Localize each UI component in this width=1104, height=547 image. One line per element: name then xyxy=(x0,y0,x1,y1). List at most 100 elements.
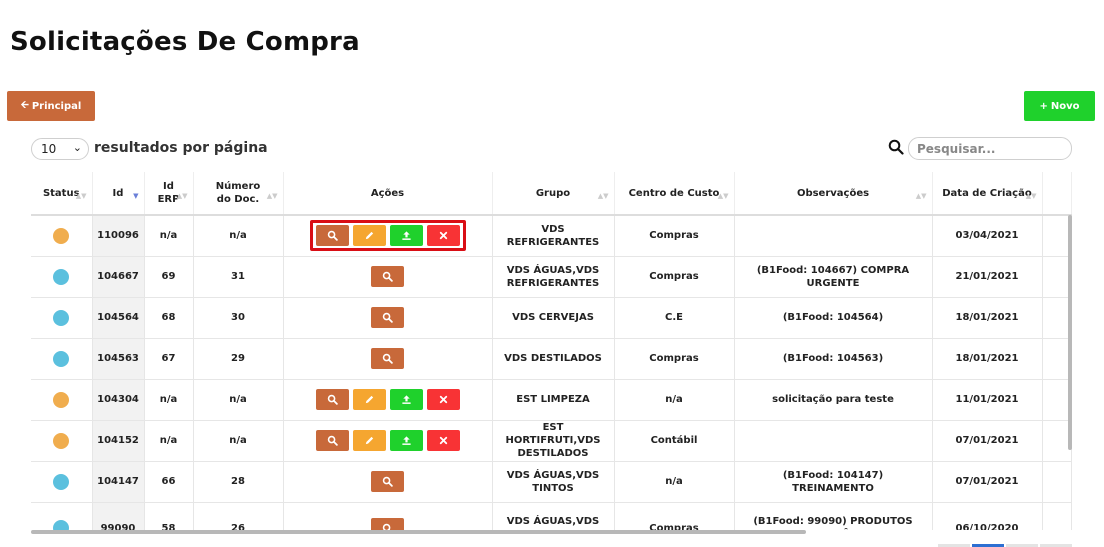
observacoes-cell xyxy=(734,215,933,257)
column-header-id-erp[interactable]: Id ERP ▲▼ xyxy=(144,172,194,216)
delete-button[interactable] xyxy=(426,225,460,247)
grupo-cell: EST HORTIFRUTI,VDS DESTILADOS xyxy=(492,420,615,462)
sort-icon: ▲▼ xyxy=(1025,192,1037,200)
observacoes-cell: (B1Food: 99090) PRODUTOS COM URGÊNCIA xyxy=(734,502,933,530)
id-erp-cell: 69 xyxy=(144,256,194,298)
requests-table: Status ▲▼ Id ▼ Id ERP ▲▼ Número do Doc. ▲▼ A… xyxy=(31,172,1072,530)
column-header-centro-custo[interactable]: Centro de Custo ▲▼ xyxy=(614,172,735,216)
extra-cell xyxy=(1042,256,1072,298)
status-indicator xyxy=(53,520,70,530)
id-erp-cell: 66 xyxy=(144,461,194,503)
status-indicator xyxy=(53,309,70,326)
data-criacao-cell: 11/01/2021 xyxy=(932,379,1043,421)
num-doc-cell: 28 xyxy=(193,461,284,503)
status-cell xyxy=(31,461,93,503)
row-actions xyxy=(364,260,411,293)
column-header-data-criacao[interactable]: Data de Criação ▲▼ xyxy=(932,172,1043,216)
page-length-value: 10 xyxy=(41,142,57,156)
extra-cell xyxy=(1042,502,1072,530)
grupo-cell: VDS DESTILADOS xyxy=(492,338,615,380)
view-button[interactable] xyxy=(315,225,349,247)
search-input[interactable] xyxy=(908,137,1072,160)
centro-custo-cell: n/a xyxy=(614,379,735,421)
actions-cell xyxy=(283,256,493,298)
view-button[interactable] xyxy=(371,471,404,492)
actions-cell xyxy=(283,502,493,530)
search-icon xyxy=(382,476,393,487)
chevron-down-icon: ⌄ xyxy=(72,141,82,154)
edit-button[interactable] xyxy=(352,430,386,451)
view-button[interactable] xyxy=(315,430,349,451)
column-header-status[interactable]: Status ▲▼ xyxy=(31,172,93,216)
observacoes-cell: solicitação para teste xyxy=(734,379,933,421)
requests-table-container: Status ▲▼ Id ▼ Id ERP ▲▼ Número do Doc. ▲▼ A… xyxy=(31,172,1072,530)
delete-button[interactable] xyxy=(426,389,460,410)
status-indicator xyxy=(53,227,70,244)
data-criacao-cell: 18/01/2021 xyxy=(932,297,1043,339)
novo-button[interactable]: + Novo xyxy=(1024,91,1095,121)
close-icon xyxy=(439,395,447,404)
grupo-cell: EST LIMPEZA xyxy=(492,379,615,421)
id-cell: 99090 xyxy=(92,502,145,530)
id-cell: 104147 xyxy=(92,461,145,503)
status-cell xyxy=(31,256,93,298)
status-indicator xyxy=(53,391,70,408)
num-doc-cell: 30 xyxy=(193,297,284,339)
row-actions xyxy=(364,301,411,334)
view-button[interactable] xyxy=(371,517,404,530)
id-erp-cell: n/a xyxy=(144,215,194,257)
send-button[interactable] xyxy=(389,225,423,247)
page-length-label: resultados por página xyxy=(94,140,268,156)
send-button[interactable] xyxy=(389,430,423,451)
send-button[interactable] xyxy=(389,389,423,410)
centro-custo-cell: Compras xyxy=(614,256,735,298)
actions-cell xyxy=(283,461,493,503)
delete-button[interactable] xyxy=(426,430,460,451)
status-indicator xyxy=(53,268,70,285)
id-erp-cell: 68 xyxy=(144,297,194,339)
num-doc-cell: 31 xyxy=(193,256,284,298)
table-row: 990905826 VDS ÁGUAS,VDS REFRIGERANTES,VDS… xyxy=(31,502,1072,530)
grupo-cell: VDS ÁGUAS,VDS REFRIGERANTES xyxy=(492,256,615,298)
search-icon xyxy=(327,231,338,242)
search-icon xyxy=(327,435,338,446)
view-button[interactable] xyxy=(371,348,404,369)
page-length-select[interactable]: 10 ⌄ xyxy=(31,138,89,160)
centro-custo-cell: Compras xyxy=(614,215,735,257)
column-header-grupo[interactable]: Grupo ▲▼ xyxy=(492,172,615,216)
id-cell: 104667 xyxy=(92,256,145,298)
principal-button[interactable]: 🡨 Principal xyxy=(7,91,95,121)
search-icon xyxy=(382,523,391,530)
status-cell xyxy=(31,502,93,530)
status-indicator xyxy=(53,432,70,449)
id-cell: 104304 xyxy=(92,379,145,421)
edit-button[interactable] xyxy=(352,225,386,247)
horizontal-scrollbar[interactable] xyxy=(31,530,806,534)
column-header-id[interactable]: Id ▼ xyxy=(92,172,145,216)
upload-icon xyxy=(401,436,411,445)
extra-cell xyxy=(1042,461,1072,503)
extra-cell xyxy=(1042,297,1072,339)
view-button[interactable] xyxy=(371,307,404,328)
num-doc-cell: n/a xyxy=(193,420,284,462)
id-erp-cell: n/a xyxy=(144,379,194,421)
upload-icon xyxy=(401,395,411,404)
row-actions xyxy=(364,342,411,375)
view-button[interactable] xyxy=(371,266,404,287)
search-icon xyxy=(327,394,338,405)
grupo-cell: VDS ÁGUAS,VDS REFRIGERANTES,VDS xyxy=(492,502,615,530)
sort-icon: ▲▼ xyxy=(915,192,927,200)
column-header-observacoes[interactable]: Observações ▲▼ xyxy=(734,172,933,216)
novo-button-label: Novo xyxy=(1050,100,1080,112)
page-title: Solicitações De Compra xyxy=(10,27,360,57)
column-header-num-doc[interactable]: Número do Doc. ▲▼ xyxy=(193,172,284,216)
sort-icon: ▲▼ xyxy=(75,192,87,200)
data-criacao-cell: 07/01/2021 xyxy=(932,461,1043,503)
view-button[interactable] xyxy=(315,389,349,410)
extra-cell xyxy=(1042,338,1072,380)
vertical-scrollbar[interactable] xyxy=(1068,215,1072,450)
id-cell: 104152 xyxy=(92,420,145,462)
edit-button[interactable] xyxy=(352,389,386,410)
extra-cell xyxy=(1042,420,1072,462)
observacoes-cell: (B1Food: 104667) COMPRA URGENTE xyxy=(734,256,933,298)
